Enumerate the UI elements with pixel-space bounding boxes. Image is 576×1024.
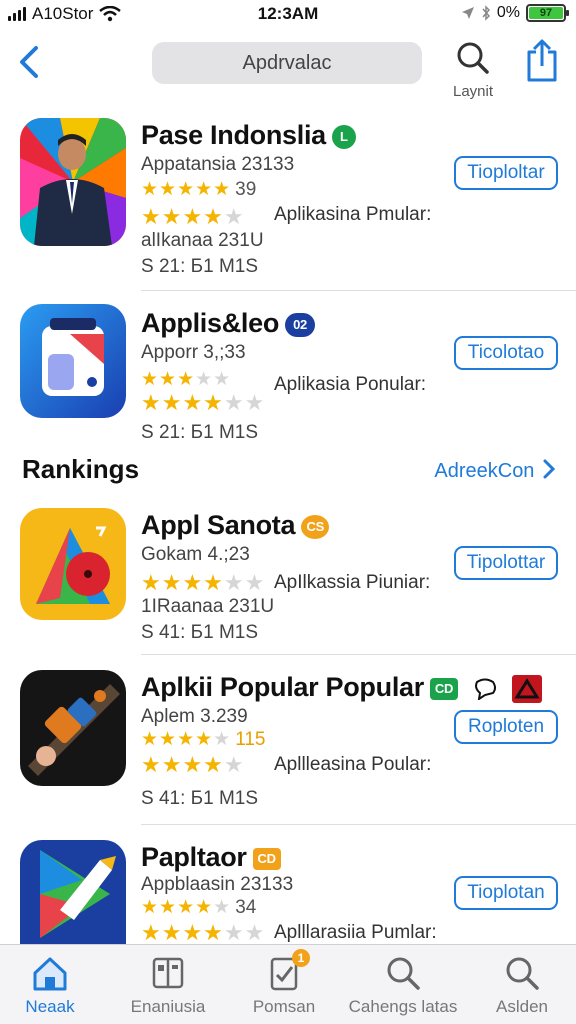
- rating-stars: ★★★★★: [141, 369, 232, 390]
- chevron-left-icon: [20, 46, 38, 78]
- home-icon: [33, 957, 67, 991]
- app-row[interactable]: Appl Sanota CS Gokam 4.;23 ★★★★★★ ApIlkas…: [0, 506, 576, 656]
- tab-search[interactable]: Aslden: [482, 953, 562, 1017]
- app-row[interactable]: Papltaor CD Appblaasin 23133 ★★★★★ 34 ★★★★…: [0, 836, 576, 945]
- search-field[interactable]: Apdrvalac: [152, 42, 422, 84]
- see-all-label: AdreekCon: [434, 460, 535, 482]
- tab-bar: Neaak Enaniusia 1 Pomsan Cahengs latas A…: [0, 944, 576, 1024]
- tab-updates[interactable]: 1 Pomsan: [244, 949, 324, 1017]
- app-category: Apllleasina Poular:: [274, 754, 432, 775]
- apps-grid-icon: [152, 957, 184, 989]
- app-badge: L: [331, 124, 356, 149]
- share-icon: [527, 39, 557, 82]
- battery-percent: 0%: [496, 4, 520, 21]
- chat-icon: [475, 678, 497, 701]
- see-all-link[interactable]: AdreekCon: [434, 458, 556, 483]
- app-category: Aplikasia Ponular:: [274, 374, 427, 395]
- rating-stars: ★★★★★ 39: [141, 179, 257, 200]
- rating-stars: ★★★★★★: [141, 570, 266, 595]
- tab-label: Pomsan: [252, 997, 316, 1016]
- app-subtitle: 1IRaanaa 231U: [141, 596, 275, 617]
- app-badge: CS: [301, 514, 330, 539]
- app-subtitle: alIkanaa 231U: [141, 230, 264, 251]
- get-button[interactable]: Roploten: [454, 710, 558, 744]
- battery-level: 97: [529, 7, 563, 19]
- app-developer: Gokam 4.;23: [141, 544, 250, 565]
- section-title: Rankings: [22, 454, 140, 484]
- rating-count: 34: [235, 897, 257, 918]
- get-button[interactable]: Tioplotan: [454, 876, 558, 910]
- divider: [141, 290, 576, 291]
- tab-label: Aslden: [496, 997, 548, 1016]
- rating-stars-secondary: ★★★★★★: [141, 390, 266, 415]
- app-category: Aplikasina Pmular:: [274, 204, 432, 225]
- back-button[interactable]: [14, 42, 44, 82]
- rating-stars-secondary: ★★★★★★: [141, 920, 266, 945]
- app-developer: Appblaasin 23133: [141, 874, 294, 895]
- app-row[interactable]: Aplkii Popular Popular CD Aplem 3.239 ★★★…: [0, 664, 576, 825]
- app-developer: Aplem 3.239: [141, 706, 248, 727]
- app-category: ApIlkassia Piuniar:: [274, 572, 431, 593]
- app-icon[interactable]: [20, 304, 126, 418]
- search-button-label: Laynit: [452, 83, 494, 100]
- chevron-right-icon: [543, 459, 556, 479]
- game-logo-icon: [512, 674, 543, 703]
- app-developer: Apporr 3,;33: [141, 342, 246, 363]
- bluetooth-icon: [482, 5, 490, 21]
- rating-count: 39: [235, 179, 257, 200]
- status-right: 0% 97: [461, 4, 569, 22]
- app-name: Aplkii Popular Popular CD: [141, 672, 543, 703]
- divider: [141, 654, 576, 655]
- app-badge: 02: [285, 312, 316, 337]
- divider: [141, 824, 576, 825]
- app-developer: Appatansia 23133: [141, 154, 295, 175]
- app-badge: CD: [429, 677, 458, 700]
- tab-label: Cahengs latas: [348, 997, 458, 1016]
- app-category: Aplllarasiia Pumlar:: [274, 922, 437, 943]
- app-name: Papltaor CD: [141, 842, 281, 873]
- tab-search-results[interactable]: Cahengs latas: [344, 953, 462, 1017]
- battery-icon: 97: [526, 4, 569, 22]
- app-size: S 41: Б1 M1S: [141, 788, 259, 809]
- app-row[interactable]: Pase Indonslia L Appatansia 23133 ★★★★★ 39…: [0, 116, 576, 292]
- search-icon: [387, 957, 420, 990]
- get-button[interactable]: Tioploltar: [454, 156, 558, 190]
- search-button[interactable]: Laynit: [448, 40, 498, 100]
- search-icon: [506, 957, 539, 990]
- get-button[interactable]: Tipolottar: [454, 546, 558, 580]
- app-size: S 21: Б1 M1S: [141, 256, 259, 277]
- rating-stars: ★★★★★ 115: [141, 729, 266, 750]
- tab-home[interactable]: Neaak: [10, 953, 90, 1017]
- app-icon[interactable]: [20, 670, 126, 786]
- nav-bar: Apdrvalac Laynit: [0, 36, 576, 100]
- share-button[interactable]: [522, 38, 562, 84]
- app-row[interactable]: Applis&leo 02 Apporr 3,;33 ★★★★★ Aplikasi…: [0, 300, 576, 450]
- app-badge: CD: [252, 847, 281, 870]
- rating-stars: ★★★★★ 34: [141, 897, 257, 918]
- app-name: Applis&leo 02: [141, 308, 316, 339]
- tab-apps[interactable]: Enaniusia: [122, 953, 214, 1017]
- tab-badge: 1: [292, 949, 310, 967]
- status-bar: A10Stor 12:3AM 0% 97: [0, 0, 576, 30]
- search-icon: [457, 42, 489, 74]
- rating-count: 115: [235, 729, 266, 750]
- app-icon[interactable]: [20, 840, 126, 944]
- rating-stars-secondary: ★★★★★: [141, 752, 245, 777]
- app-name: Pase Indonslia L: [141, 120, 356, 151]
- rating-stars-secondary: ★★★★★: [141, 204, 245, 229]
- tab-label: Enaniusia: [130, 997, 206, 1016]
- location-icon: [461, 7, 474, 19]
- app-size: S 41: Б1 M1S: [141, 622, 259, 643]
- app-name: Appl Sanota CS: [141, 510, 330, 541]
- app-icon[interactable]: [20, 508, 126, 620]
- app-icon[interactable]: [20, 118, 126, 246]
- app-size: S 21: Б1 M1S: [141, 422, 259, 443]
- tab-label: Neaak: [25, 997, 75, 1016]
- get-button[interactable]: Ticolotao: [454, 336, 558, 370]
